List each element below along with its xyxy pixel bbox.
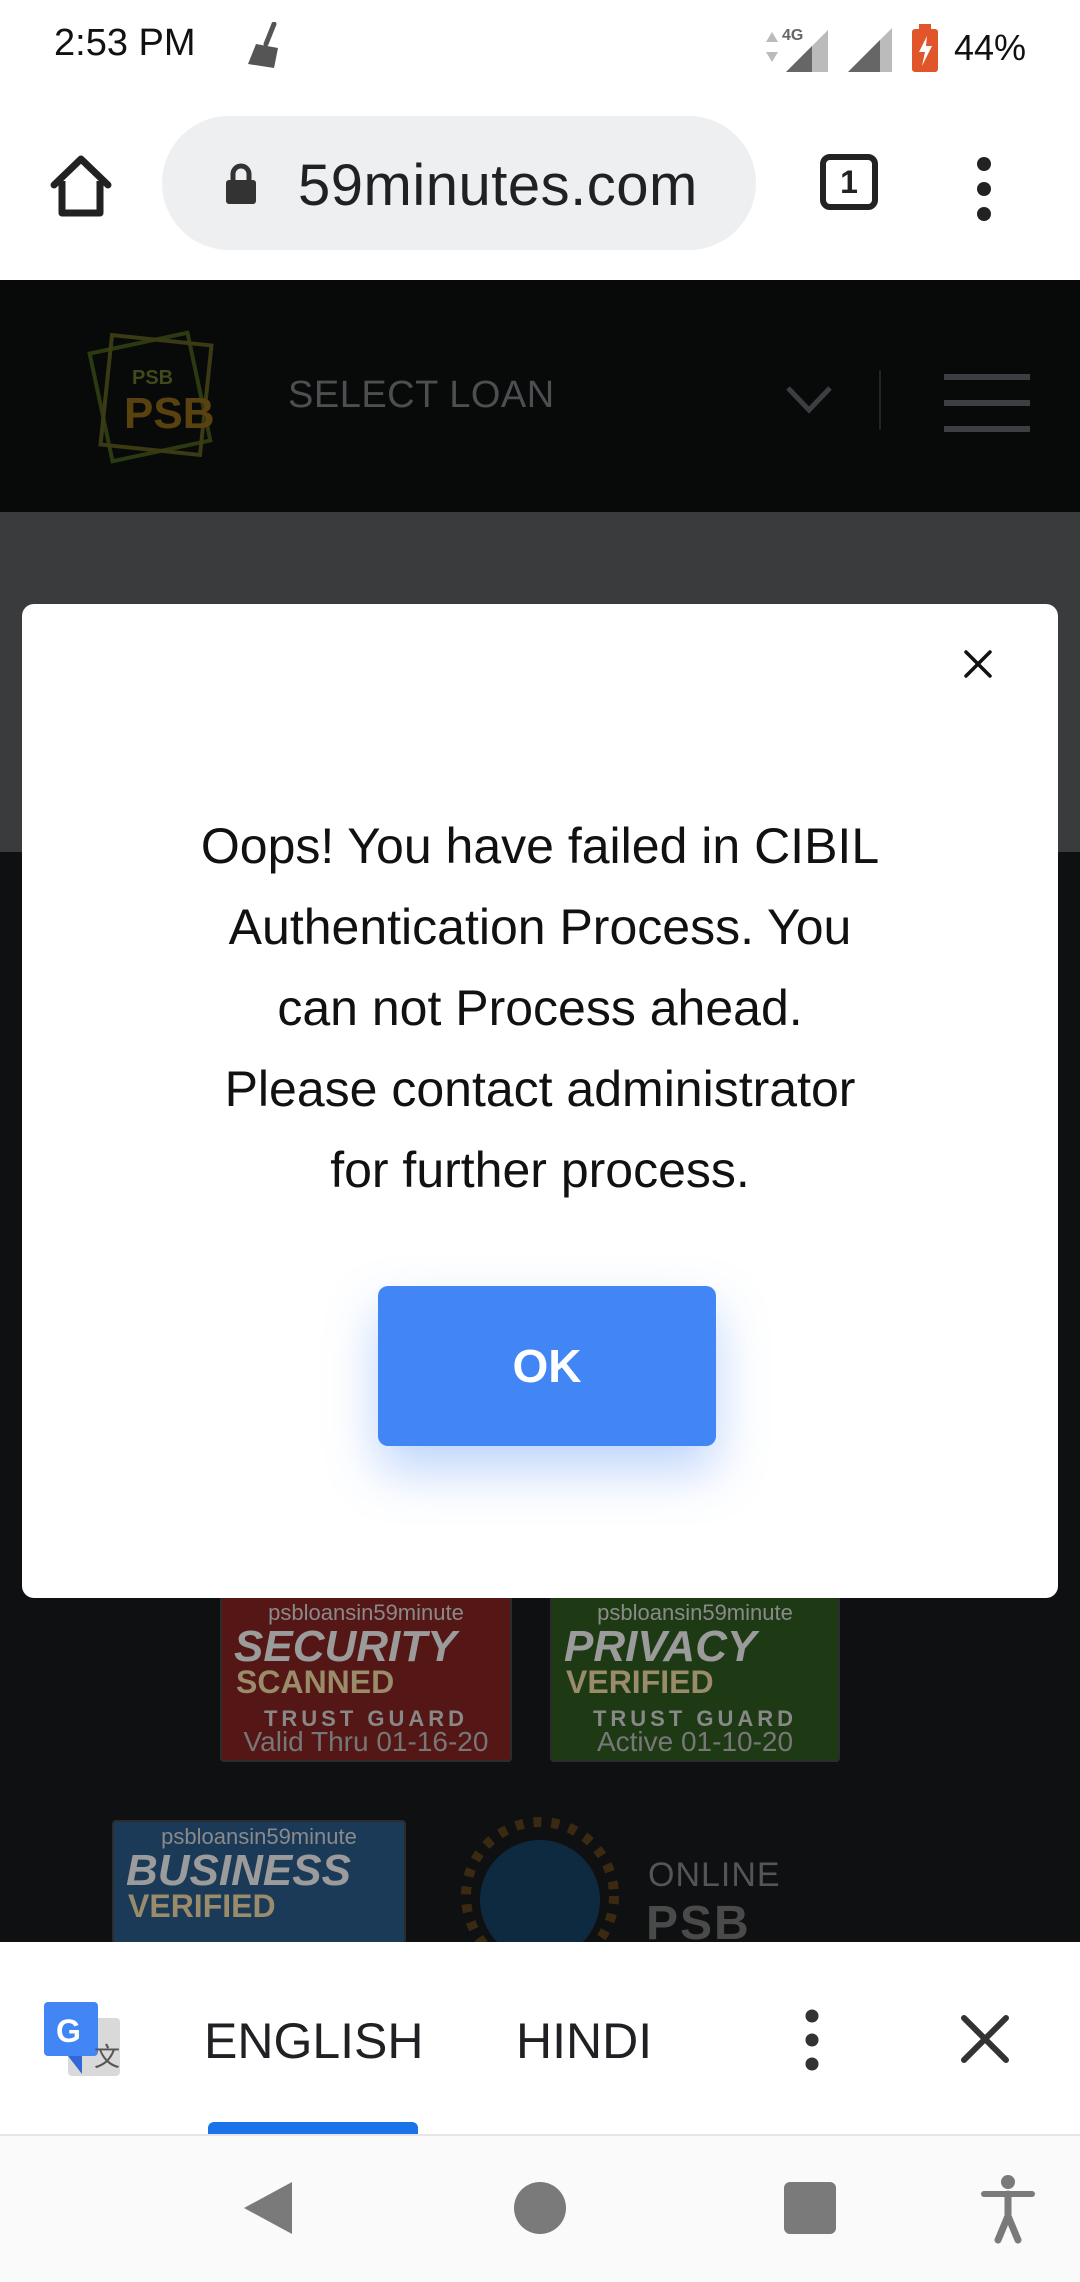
system-nav-bar: [0, 2134, 1080, 2282]
badge-sub: VERIFIED: [566, 1664, 714, 1700]
more-vert-icon[interactable]: [972, 156, 996, 222]
dialog-message-line: Oops! You have failed in CIBIL: [200, 818, 880, 874]
language-tab-hindi[interactable]: HINDI: [516, 2012, 652, 2070]
status-bar: 2:53 PM 4G 44%: [0, 0, 1080, 96]
badge-sub: SCANNED: [236, 1664, 395, 1700]
recents-nav-icon[interactable]: [784, 2182, 836, 2234]
home-icon[interactable]: [46, 151, 116, 221]
status-time: 2:53 PM: [54, 22, 196, 64]
site-logo: PSB PSB 59: [87, 330, 226, 464]
signal-icon: [847, 28, 892, 72]
home-nav-icon[interactable]: [514, 2182, 566, 2234]
badge-sub: VERIFIED: [128, 1888, 276, 1924]
back-nav-icon[interactable]: [240, 2178, 296, 2238]
privacy-verified-badge[interactable]: psbloansin59minute PRIVACY VERIFIED TRUS…: [550, 1596, 840, 1762]
ok-button[interactable]: OK: [378, 1286, 716, 1446]
signal-4g-icon: 4G: [765, 27, 828, 72]
site-header: PSB PSB 59 SELECT LOAN: [0, 280, 1080, 512]
header-divider: [879, 370, 881, 430]
dialog-message-line: Authentication Process. You: [228, 899, 852, 955]
business-verified-badge[interactable]: psbloansin59minute BUSINESS VERIFIED: [112, 1820, 406, 1944]
chevron-down-icon[interactable]: [784, 380, 834, 420]
battery-icon: [911, 24, 938, 72]
psb-globe-icon: [461, 1817, 619, 1975]
badge-date: Active 01-10-20: [596, 1726, 794, 1757]
selected-language-indicator: [208, 2122, 418, 2134]
accessibility-icon[interactable]: [980, 2174, 1036, 2244]
browser-toolbar: 59minutes.com 1: [0, 96, 1080, 280]
hamburger-menu-icon[interactable]: [944, 372, 1030, 434]
dialog-message-line: Please contact administrator: [224, 1061, 856, 1117]
dialog-message: Oops! You have failed in CIBIL Authentic…: [142, 806, 938, 1211]
svg-text:PSB: PSB: [132, 367, 173, 389]
google-translate-icon[interactable]: G 文: [42, 2000, 122, 2078]
svg-text:G: G: [56, 2013, 81, 2049]
battery-percent: 44%: [953, 27, 1026, 68]
svg-text:4G: 4G: [782, 27, 803, 44]
more-vert-icon[interactable]: [800, 2008, 824, 2072]
close-icon[interactable]: [956, 642, 1000, 686]
badge-date: Valid Thru 01-16-20: [243, 1726, 489, 1757]
dialog-message-line: can not Process ahead.: [277, 980, 803, 1036]
psb-online-text: ONLINE: [648, 1856, 781, 1894]
cibil-error-dialog: Oops! You have failed in CIBIL Authentic…: [22, 604, 1058, 1598]
url-text[interactable]: 59minutes.com: [298, 152, 698, 219]
security-scanned-badge[interactable]: psbloansin59minute SECURITY SCANNED TRUS…: [220, 1596, 512, 1762]
close-icon[interactable]: [958, 2012, 1012, 2066]
logo-59: PSB 59: [124, 389, 226, 438]
translate-bar: G 文 ENGLISH HINDI: [0, 1942, 1080, 2134]
tab-count: 1: [840, 163, 858, 200]
select-loan-dropdown[interactable]: SELECT LOAN: [288, 374, 555, 417]
online-psb-loans-logo: ONLINE PSB LOANS™: [440, 1816, 960, 2005]
broom-icon: [248, 22, 278, 68]
tab-switcher-icon[interactable]: 1: [820, 154, 878, 210]
language-tab-english[interactable]: ENGLISH: [204, 2012, 424, 2070]
status-right-group: 4G 44%: [762, 18, 1026, 78]
svg-text:文: 文: [94, 2042, 120, 2072]
lock-icon[interactable]: [224, 162, 258, 206]
address-bar[interactable]: 59minutes.com: [162, 116, 756, 250]
dialog-message-line: for further process.: [330, 1142, 750, 1198]
